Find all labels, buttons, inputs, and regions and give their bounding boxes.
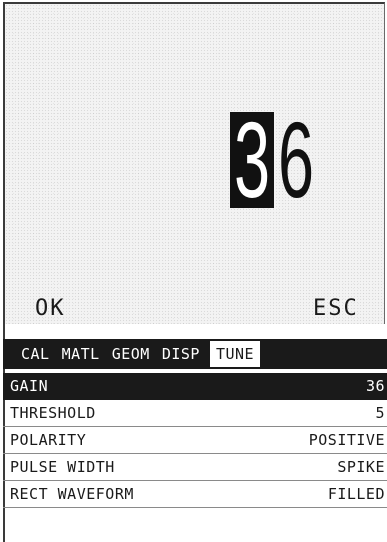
menu-item-label: THRESHOLD [10, 404, 96, 422]
esc-softkey[interactable]: ESC [313, 296, 359, 321]
tab-tune[interactable]: TUNE [209, 341, 261, 367]
ok-softkey[interactable]: OK [35, 296, 66, 321]
menu-item-polarity[interactable]: POLARITY POSITIVE [3, 427, 387, 454]
menu-item-pulse-width[interactable]: PULSE WIDTH SPIKE [3, 454, 387, 481]
tab-geom[interactable]: GEOM [106, 341, 156, 367]
value-display[interactable]: 3 6 [230, 112, 320, 208]
menu-item-rect-waveform[interactable]: RECT WAVEFORM FILLED [3, 481, 387, 508]
menu-item-gain[interactable]: GAIN 36 [3, 373, 387, 400]
value-edit-area: 3 6 OK ESC [3, 2, 385, 324]
tab-matl[interactable]: MATL [56, 341, 106, 367]
device-screen: 3 6 OK ESC CAL MATL GEOM DISP TUNE GAIN … [0, 0, 387, 542]
menu-item-label: POLARITY [10, 431, 87, 449]
menu-item-label: GAIN [10, 377, 49, 395]
tab-cal[interactable]: CAL [15, 341, 56, 367]
settings-list: GAIN 36 THRESHOLD 5 POLARITY POSITIVE PU… [3, 373, 387, 508]
menu-item-value: POSITIVE [308, 431, 385, 449]
value-digit[interactable]: 6 [274, 112, 318, 208]
menu-item-value: 36 [365, 377, 385, 395]
menu-tab-bar: CAL MATL GEOM DISP TUNE [3, 339, 387, 369]
tab-disp[interactable]: DISP [156, 341, 206, 367]
menu-item-value: SPIKE [337, 458, 385, 476]
menu-item-threshold[interactable]: THRESHOLD 5 [3, 400, 387, 427]
menu-item-value: 5 [375, 404, 385, 422]
menu-item-label: PULSE WIDTH [10, 458, 115, 476]
menu-item-value: FILLED [327, 485, 385, 503]
menu-item-label: RECT WAVEFORM [10, 485, 134, 503]
value-digit-cursor[interactable]: 3 [230, 112, 274, 208]
